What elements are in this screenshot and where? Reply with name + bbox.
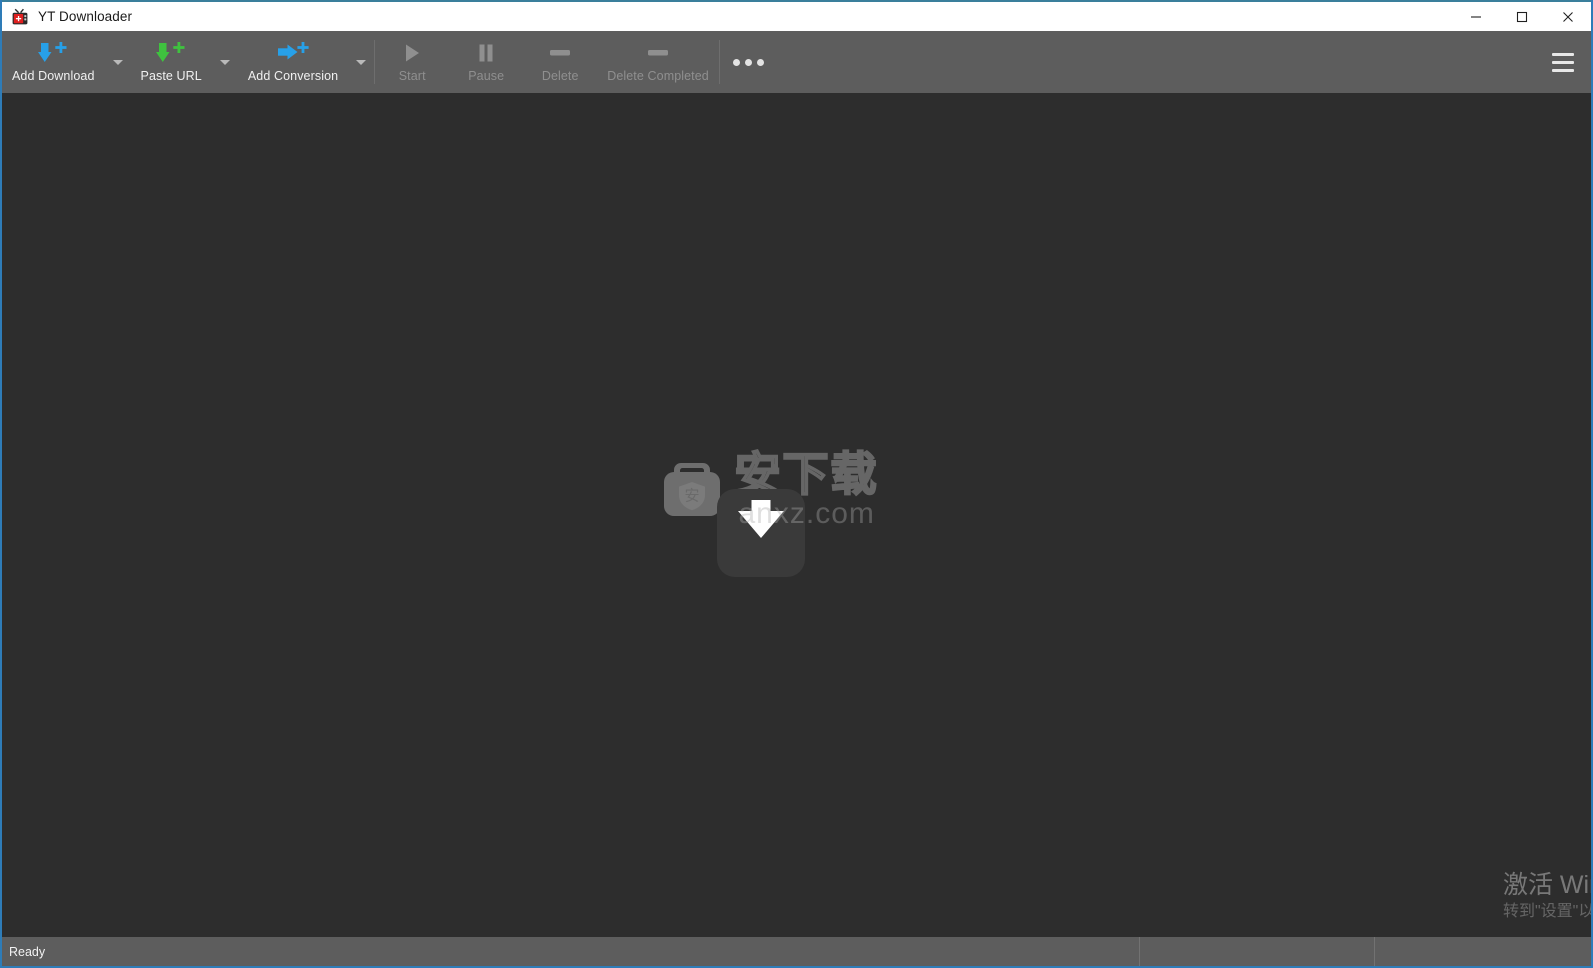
download-plus-icon [36, 40, 70, 66]
download-list-area[interactable]: 安 安下载 anxz.com 激活 Win 转到"设置"以 [2, 93, 1591, 937]
title-bar: YT Downloader [2, 0, 1591, 31]
title-bar-left: YT Downloader [2, 2, 1453, 31]
windows-activation-watermark: 激活 Win 转到"设置"以 [1503, 870, 1591, 923]
hamburger-menu-icon [1552, 52, 1574, 72]
main-menu-button[interactable] [1535, 31, 1591, 93]
paste-url-dropdown[interactable] [212, 31, 238, 93]
chevron-down-icon [356, 59, 367, 65]
add-conversion-dropdown[interactable] [348, 31, 374, 93]
minus-icon [645, 40, 671, 66]
start-label: Start [398, 69, 426, 83]
add-download-label: Add Download [12, 69, 95, 83]
status-bar: Ready [2, 937, 1591, 966]
chevron-down-icon [112, 59, 123, 65]
status-cell-3 [1374, 937, 1591, 966]
paste-url-button[interactable]: Paste URL [131, 31, 212, 93]
add-conversion-label: Add Conversion [247, 69, 339, 83]
pause-label: Pause [468, 69, 505, 83]
pause-icon [474, 40, 498, 66]
delete-completed-label: Delete Completed [607, 69, 709, 83]
maximize-icon [1516, 11, 1528, 22]
more-options-button[interactable] [720, 31, 778, 93]
svg-text:安: 安 [684, 487, 699, 505]
main-toolbar: Add Download Paste URL Add Conversion St… [2, 31, 1591, 93]
close-icon [1563, 11, 1573, 22]
activation-title: 激活 Win [1502, 871, 1591, 899]
window-title: YT Downloader [38, 9, 133, 24]
add-conversion-button[interactable]: Add Conversion [238, 31, 348, 93]
chevron-down-icon [219, 59, 230, 65]
start-button[interactable]: Start [375, 31, 449, 93]
maximize-button[interactable] [1499, 2, 1545, 31]
minimize-icon [1471, 15, 1481, 18]
status-cell-2 [1139, 937, 1374, 966]
delete-completed-button[interactable]: Delete Completed [597, 31, 719, 93]
play-icon [400, 40, 424, 66]
activation-subtitle: 转到"设置"以 [1502, 903, 1591, 920]
retro-tv-icon [11, 8, 29, 26]
close-button[interactable] [1545, 2, 1591, 31]
watermark-subtext: anxz.com [738, 497, 875, 530]
paste-url-label: Paste URL [140, 69, 202, 83]
add-download-button[interactable]: Add Download [2, 31, 105, 93]
pause-button[interactable]: Pause [449, 31, 523, 93]
delete-label: Delete [541, 69, 579, 83]
add-download-dropdown[interactable] [105, 31, 131, 93]
paste-plus-icon [154, 40, 188, 66]
minimize-button[interactable] [1453, 2, 1499, 31]
minus-icon [547, 40, 573, 66]
convert-plus-icon [276, 40, 310, 66]
delete-button[interactable]: Delete [523, 31, 597, 93]
status-message: Ready [9, 944, 46, 959]
window-controls [1453, 2, 1591, 31]
site-watermark: 安 安下载 anxz.com [647, 435, 947, 595]
more-options-icon [733, 58, 765, 66]
application-window: YT Downloader Add Download Paste URL Add… [0, 0, 1593, 968]
